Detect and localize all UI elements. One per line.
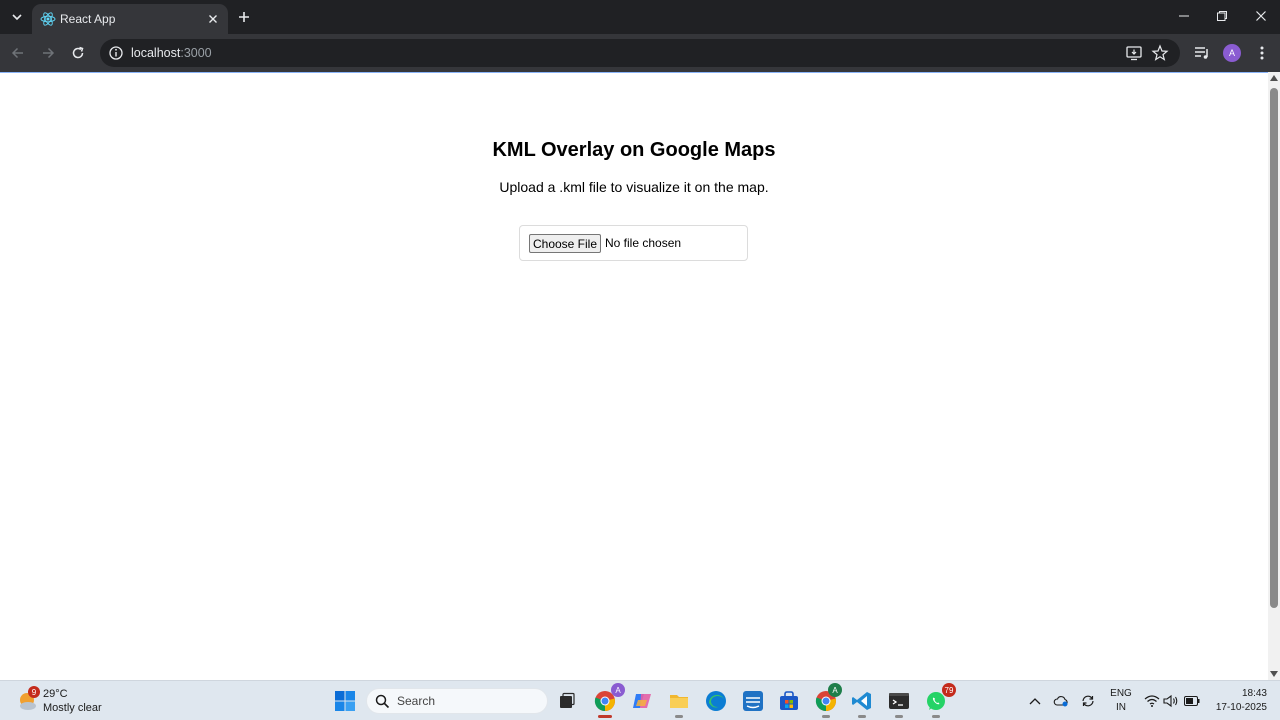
taskbar-search-placeholder: Search: [397, 694, 436, 708]
weather-widget[interactable]: 9 29°C Mostly clear: [14, 686, 124, 716]
vscode-app[interactable]: [850, 689, 874, 718]
clock-time: 18:43: [1241, 688, 1267, 699]
browser-toolbar: localhost:3000 A: [0, 34, 1280, 72]
choose-file-button[interactable]: Choose File: [529, 234, 601, 253]
url-host: localhost: [131, 46, 181, 60]
edge-app[interactable]: [704, 689, 728, 713]
system-clock[interactable]: 18:43 17-10-2025: [1203, 687, 1267, 715]
media-control-icon[interactable]: [1192, 43, 1212, 63]
url-text: localhost:3000: [131, 46, 212, 60]
prime-video-app[interactable]: [741, 689, 765, 713]
clock-date: 17-10-2025: [1215, 702, 1267, 713]
chrome-second-profile-app[interactable]: A: [814, 683, 842, 718]
new-tab-plus-icon[interactable]: [234, 7, 254, 27]
input-language-indicator[interactable]: ENG IN: [1109, 687, 1133, 715]
site-info-icon[interactable]: [108, 45, 124, 61]
folder-icon: [670, 695, 688, 708]
tab-close-icon[interactable]: [204, 10, 222, 28]
onedrive-cloud-icon[interactable]: [1053, 693, 1069, 709]
chrome-profile-badge: A: [611, 683, 625, 697]
prime-video-icon: [743, 691, 763, 711]
battery-icon[interactable]: [1184, 693, 1200, 709]
chrome-second-profile-badge: A: [828, 683, 842, 697]
bookmark-star-icon[interactable]: [1151, 44, 1169, 62]
volume-icon[interactable]: [1163, 693, 1179, 709]
task-view-app[interactable]: [555, 689, 579, 713]
windows-start-icon[interactable]: [334, 690, 356, 712]
weather-description: Mostly clear: [43, 702, 102, 714]
show-hidden-icons-chevron-icon[interactable]: [1027, 693, 1043, 709]
vscode-icon: [852, 692, 871, 710]
sync-icon[interactable]: [1080, 693, 1096, 709]
page-title: KML Overlay on Google Maps: [492, 139, 776, 161]
scrollbar-thumb[interactable]: [1270, 88, 1278, 608]
back-arrow-icon[interactable]: [7, 42, 29, 64]
search-icon: [375, 694, 390, 709]
taskbar-search-box[interactable]: Search: [366, 688, 548, 714]
running-app-indicator: [858, 715, 866, 718]
minimize-window-icon[interactable]: [1170, 4, 1198, 28]
whatsapp-unread-badge: 79: [942, 683, 956, 697]
close-window-icon[interactable]: [1247, 4, 1275, 28]
browser-tab-strip: React App: [0, 0, 1280, 34]
browser-menu-icon[interactable]: [1252, 43, 1272, 63]
weather-temperature: 29°C: [43, 688, 68, 700]
weather-notification-badge: 9: [28, 686, 40, 698]
terminal-icon: [889, 693, 909, 709]
page-scrollbar[interactable]: [1268, 72, 1280, 680]
react-logo-icon: [40, 12, 56, 26]
file-explorer-app[interactable]: [667, 689, 691, 718]
chrome-app[interactable]: A: [593, 683, 625, 718]
windows-taskbar: 9 29°C Mostly clear Search A A 79 ENG IN…: [0, 680, 1280, 720]
edge-icon: [706, 691, 726, 711]
url-port: :3000: [180, 46, 212, 60]
forward-arrow-icon[interactable]: [37, 42, 59, 64]
profile-avatar[interactable]: A: [1223, 44, 1241, 62]
language-code: ENG: [1110, 688, 1132, 699]
terminal-app[interactable]: [887, 689, 911, 718]
store-bag-icon: [780, 691, 798, 710]
wifi-icon[interactable]: [1144, 693, 1160, 709]
running-app-indicator: [895, 715, 903, 718]
running-app-indicator: [822, 715, 830, 718]
scroll-down-arrow-icon[interactable]: [1270, 671, 1278, 677]
running-app-indicator: [675, 715, 683, 718]
region-code: IN: [1116, 702, 1126, 713]
page-viewport: KML Overlay on Google Maps Upload a .kml…: [0, 72, 1268, 680]
tab-search-dropdown-icon[interactable]: [6, 6, 28, 28]
restore-window-icon[interactable]: [1208, 4, 1236, 28]
file-status-text: No file chosen: [605, 236, 682, 250]
microsoft-store-app[interactable]: [777, 689, 801, 713]
kml-file-upload: Choose File No file chosen: [519, 225, 748, 261]
tab-title: React App: [60, 12, 116, 26]
copilot-icon: [633, 694, 651, 708]
scroll-up-arrow-icon[interactable]: [1270, 75, 1278, 81]
address-bar[interactable]: localhost:3000: [100, 39, 1180, 67]
install-app-icon[interactable]: [1125, 44, 1143, 62]
running-app-indicator: [932, 715, 940, 718]
reload-icon[interactable]: [67, 42, 89, 64]
task-view-icon: [560, 692, 575, 708]
page-subtitle: Upload a .kml file to visualize it on th…: [499, 179, 769, 195]
tab-react-app[interactable]: React App: [32, 4, 228, 34]
copilot-app[interactable]: [630, 689, 654, 713]
whatsapp-app[interactable]: 79: [924, 683, 956, 718]
active-app-indicator: [598, 715, 612, 718]
